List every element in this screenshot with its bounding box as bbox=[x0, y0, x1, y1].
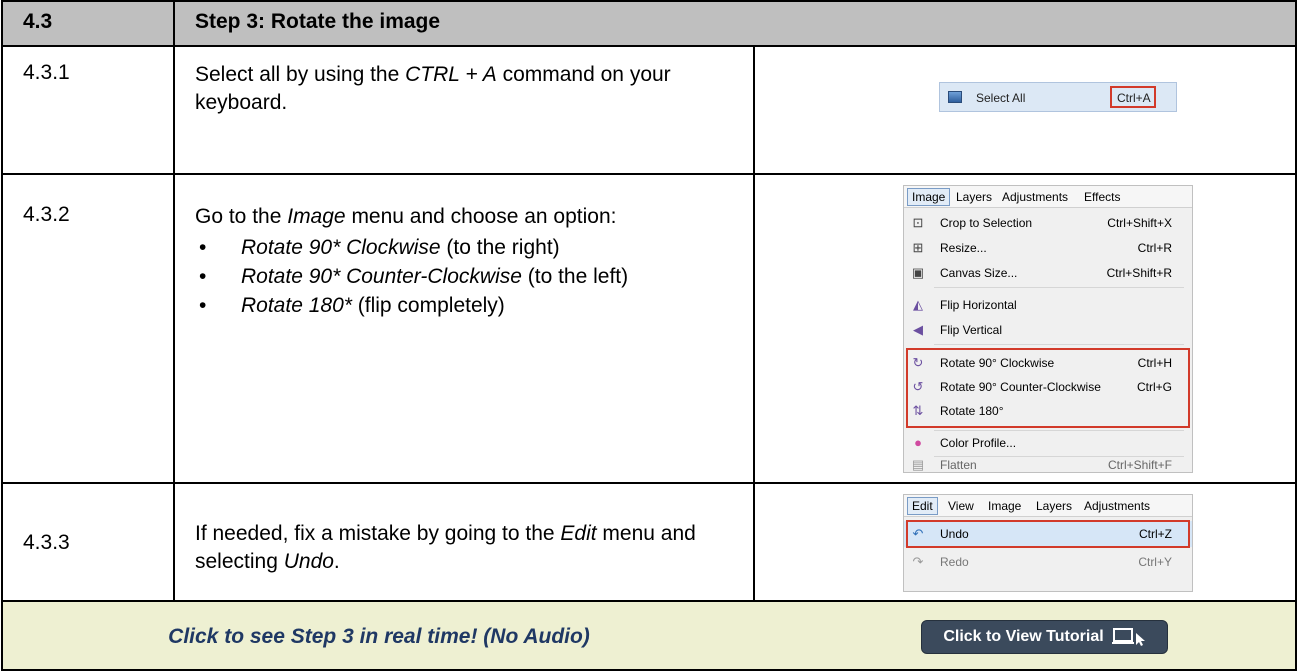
step-screenshot: Image Layers Adjustments Effects ⊡ Crop … bbox=[755, 175, 1295, 482]
step-number: 4.3.3 bbox=[3, 484, 175, 600]
table-row: 4.3.2 Go to the Image menu and choose an… bbox=[3, 175, 1295, 484]
highlight-box bbox=[906, 520, 1190, 548]
menu-item-resize[interactable]: ⊞ Resize... Ctrl+R bbox=[904, 235, 1192, 261]
flip-vertical-icon: ◀ bbox=[913, 322, 923, 337]
color-profile-icon: ● bbox=[914, 435, 922, 450]
menu-item-flip-vertical[interactable]: ◀ Flip Vertical bbox=[904, 317, 1192, 343]
tutorial-prompt: Click to see Step 3 in real time! (No Au… bbox=[168, 625, 590, 648]
menu-item-shortcut: Ctrl+R bbox=[1137, 241, 1172, 255]
instruction-emphasis: Image bbox=[287, 205, 346, 228]
menu-item-label: Flip Horizontal bbox=[940, 298, 1017, 312]
menu-adjustments[interactable]: Adjustments bbox=[1002, 190, 1068, 204]
bullet-icon: • bbox=[199, 265, 207, 288]
laptop-cursor-icon bbox=[1111, 628, 1145, 646]
menu-item-shortcut: Ctrl+Shift+R bbox=[1106, 266, 1172, 280]
menu-item-crop[interactable]: ⊡ Crop to Selection Ctrl+Shift+X bbox=[904, 210, 1192, 236]
instruction-emphasis: Edit bbox=[560, 522, 597, 545]
menu-bar: Image Layers Adjustments Effects bbox=[904, 186, 1192, 208]
step-screenshot: Edit View Image Layers Adjustments ↶ Und… bbox=[755, 484, 1295, 600]
menu-item-label: Crop to Selection bbox=[940, 216, 1033, 230]
menu-layers[interactable]: Layers bbox=[1036, 499, 1072, 513]
option-name: Rotate 90* Clockwise bbox=[241, 236, 441, 259]
menu-item-label: Flip Vertical bbox=[940, 323, 1003, 337]
instruction-text: Go to the bbox=[195, 205, 288, 228]
instruction-table: 4.3 Step 3: Rotate the image 4.3.1 Selec… bbox=[1, 0, 1297, 671]
menu-adjustments[interactable]: Adjustments bbox=[1084, 499, 1150, 513]
list-item: • Rotate 180* (flip completely) bbox=[195, 291, 739, 320]
resize-icon: ⊞ bbox=[912, 240, 924, 255]
option-name: Rotate 90* Counter-Clockwise bbox=[241, 265, 522, 288]
menu-bar: Edit View Image Layers Adjustments bbox=[904, 495, 1192, 517]
menu-item-shortcut: Ctrl+Shift+X bbox=[1107, 216, 1172, 230]
step-instruction: If needed, fix a mistake by going to the… bbox=[175, 484, 755, 600]
instruction-text: menu and choose an option: bbox=[345, 205, 617, 228]
step-instruction: Select all by using the CTRL + A command… bbox=[175, 47, 755, 173]
flatten-icon: ▤ bbox=[911, 457, 925, 472]
instruction-text: If needed, fix a mistake by going to the bbox=[195, 522, 561, 545]
table-row: 4.3.1 Select all by using the CTRL + A c… bbox=[3, 47, 1295, 175]
menu-item-shortcut: Ctrl+Y bbox=[1138, 555, 1172, 569]
menu-image[interactable]: Image bbox=[988, 499, 1021, 513]
menu-item-label: Select All bbox=[976, 91, 1026, 105]
menu-item-shortcut: Ctrl+Shift+F bbox=[1107, 458, 1172, 472]
step-instruction: Go to the Image menu and choose an optio… bbox=[175, 175, 755, 482]
option-list: • Rotate 90* Clockwise (to the right) • Ro… bbox=[195, 233, 739, 320]
canvas-size-icon: ▣ bbox=[911, 265, 925, 280]
section-number: 4.3 bbox=[3, 2, 175, 45]
menu-image[interactable]: Image bbox=[907, 188, 951, 206]
option-name: Rotate 180* bbox=[241, 294, 352, 317]
step-number: 4.3.2 bbox=[3, 175, 175, 482]
instruction-emphasis: Undo bbox=[283, 550, 334, 573]
menu-effects[interactable]: Effects bbox=[1084, 190, 1120, 204]
menu-item-redo[interactable]: ↷ Redo Ctrl+Y bbox=[904, 549, 1192, 575]
crop-icon: ⊡ bbox=[912, 215, 924, 230]
menu-item-label: Flatten bbox=[940, 458, 977, 472]
menu-separator bbox=[934, 287, 1184, 288]
table-row: 4.3.3 If needed, fix a mistake by going … bbox=[3, 484, 1295, 602]
instruction-emphasis: CTRL + A bbox=[405, 63, 497, 86]
menu-edit[interactable]: Edit bbox=[907, 497, 938, 515]
step-screenshot: Select All Ctrl+A bbox=[755, 47, 1295, 173]
highlight-box bbox=[906, 348, 1190, 428]
button-label: Click to View Tutorial bbox=[943, 628, 1104, 645]
menu-item-canvas-size[interactable]: ▣ Canvas Size... Ctrl+Shift+R bbox=[904, 260, 1192, 286]
instruction-text: Select all by using the bbox=[195, 63, 406, 86]
option-note: (to the right) bbox=[440, 236, 560, 259]
menu-item-label: Resize... bbox=[940, 241, 987, 255]
menu-item-flatten[interactable]: ▤ Flatten Ctrl+Shift+F bbox=[904, 452, 1192, 478]
step-number: 4.3.1 bbox=[3, 47, 175, 173]
menu-item-label: Canvas Size... bbox=[940, 266, 1018, 280]
menu-view[interactable]: View bbox=[948, 499, 974, 513]
bullet-icon: • bbox=[199, 236, 207, 259]
table-header: 4.3 Step 3: Rotate the image bbox=[3, 2, 1295, 47]
image-menu: Image Layers Adjustments Effects ⊡ Crop … bbox=[903, 185, 1193, 473]
option-note: (flip completely) bbox=[351, 294, 505, 317]
select-all-icon bbox=[948, 91, 962, 103]
menu-separator bbox=[934, 344, 1184, 345]
redo-icon: ↷ bbox=[912, 554, 924, 569]
menu-layers[interactable]: Layers bbox=[956, 190, 992, 204]
edit-menu: Edit View Image Layers Adjustments ↶ Und… bbox=[903, 494, 1193, 592]
menu-item-label: Color Profile... bbox=[940, 436, 1017, 450]
view-tutorial-button[interactable]: Click to View Tutorial bbox=[921, 620, 1168, 654]
footer-row: Click to see Step 3 in real time! (No Au… bbox=[3, 602, 1295, 669]
menu-item-flip-horizontal[interactable]: ◭ Flip Horizontal bbox=[904, 292, 1192, 318]
menu-item-shortcut: Ctrl+A bbox=[1110, 86, 1156, 108]
select-all-menu-item: Select All Ctrl+A bbox=[939, 82, 1177, 112]
section-title: Step 3: Rotate the image bbox=[195, 10, 441, 33]
list-item: • Rotate 90* Clockwise (to the right) bbox=[195, 233, 739, 262]
option-note: (to the left) bbox=[521, 265, 629, 288]
menu-item-label: Redo bbox=[940, 555, 969, 569]
bullet-icon: • bbox=[199, 294, 207, 317]
flip-horizontal-icon: ◭ bbox=[913, 297, 923, 312]
list-item: • Rotate 90* Counter-Clockwise (to the le… bbox=[195, 262, 739, 291]
instruction-text: . bbox=[333, 550, 340, 573]
